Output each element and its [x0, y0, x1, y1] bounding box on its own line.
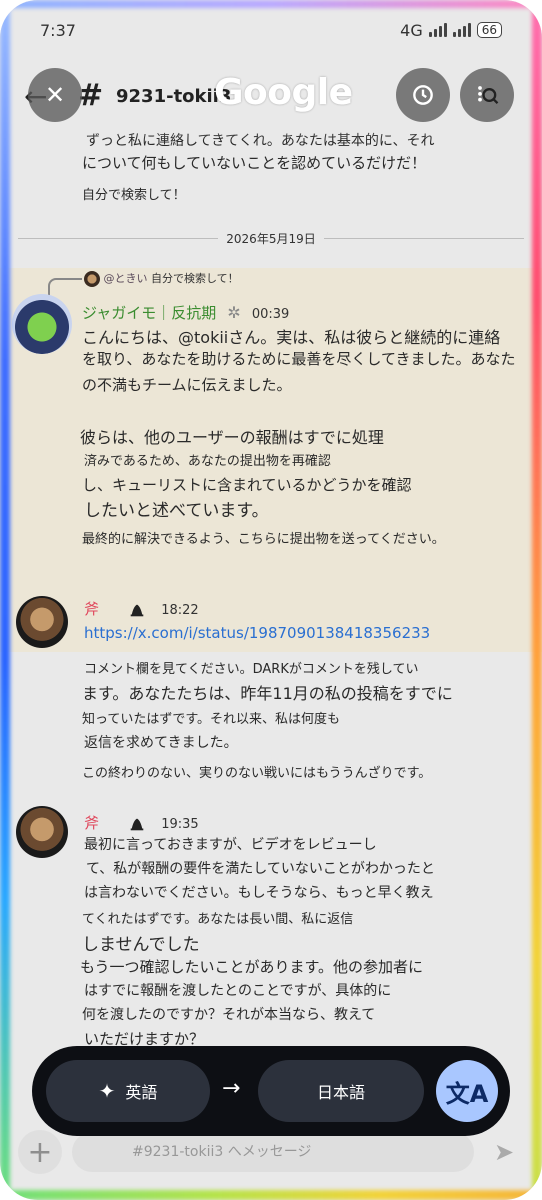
network-type: 4G — [400, 20, 423, 40]
message-header: ジャガイモ｜反抗期 ✲ 00:39 — [82, 302, 289, 323]
lens-button[interactable] — [460, 68, 514, 122]
timestamp: 00:39 — [251, 307, 290, 322]
message-link[interactable]: https://x.com/i/status/19870901384183562… — [84, 624, 430, 642]
message-text: 何を渡したのですか？それが本当なら、教えて — [82, 1007, 376, 1023]
role-badge-icon — [130, 604, 144, 616]
username[interactable]: 斧 — [84, 600, 99, 618]
screen-frame: 7:37 4G 66 ← # 9231-tokii3 ✕ Google ずっと私… — [0, 0, 542, 1200]
role-badge-icon — [130, 818, 144, 830]
translate-icon: 文A — [445, 1079, 489, 1108]
source-language-label: 英語 — [125, 1083, 158, 1102]
message-text: もう一つ確認したいことがあります。他の参加者に — [80, 958, 424, 976]
date-separator: 2026年5月19日 — [18, 228, 524, 248]
assistant-glow-top — [0, 0, 542, 8]
timestamp: 18:22 — [161, 603, 199, 618]
message-text: を取り、あなたを助けるために最善を尽くしてきました。あなた — [82, 350, 516, 368]
close-button[interactable]: ✕ — [28, 68, 82, 122]
message-text: 自分で検索して！ — [82, 188, 186, 203]
message-text: て、私が報酬の要件を満たしていないことがわかったと — [86, 861, 435, 877]
target-language-label: 日本語 — [316, 1083, 365, 1102]
reply-text: 自分で検索して！ — [151, 272, 239, 285]
message-text: したいと述べています。 — [84, 501, 269, 521]
reply-connector — [48, 278, 82, 296]
message-text: はすでに報酬を渡したとのことですが、具体的に — [84, 983, 392, 999]
message-text: 最終的に解決できるよう、こちらに提出物を送ってください。 — [82, 532, 445, 547]
signal-icon — [428, 23, 447, 37]
message-text: 済みであるため、あなたの提出物を再確認 — [84, 454, 331, 469]
message-text: この終わりのない、実りのない戦いにはもううんざりです。 — [82, 766, 432, 781]
translate-button[interactable]: 文A — [436, 1060, 498, 1122]
source-language-button[interactable]: ✦ 英語 — [46, 1060, 210, 1122]
add-attachment-button[interactable]: + — [18, 1130, 62, 1174]
message-text: 彼らは、他のユーザーの報酬はすでに処理 — [80, 428, 384, 447]
date-label: 2026年5月19日 — [226, 231, 316, 246]
reply-user: @ときい — [103, 272, 148, 285]
close-icon: ✕ — [44, 81, 66, 109]
message-text: 返信を求めてきました。 — [84, 735, 238, 751]
loading-icon: ✲ — [227, 303, 241, 322]
history-button[interactable] — [396, 68, 450, 122]
assistant-glow-bottom — [0, 1190, 542, 1200]
message-header: 斧 18:22 — [84, 598, 199, 619]
assistant-glow-right — [532, 0, 542, 1200]
reply-preview[interactable]: @ときい 自分で検索して！ — [84, 270, 239, 287]
message-text: ます。あなたたちは、昨年11月の私の投稿をすでに — [82, 684, 453, 703]
send-icon: ➤ — [493, 1138, 515, 1166]
sparkle-icon: ✦ — [98, 1079, 116, 1103]
username[interactable]: 斧 — [84, 814, 99, 832]
message-text: し、キューリストに含まれているかどうかを確認 — [82, 476, 412, 494]
avatar[interactable] — [16, 806, 68, 858]
plus-icon: + — [27, 1134, 53, 1170]
target-language-button[interactable]: 日本語 — [258, 1060, 424, 1122]
input-row: + #9231-tokii3 へメッセージ ➤ — [18, 1130, 524, 1174]
message-input[interactable]: #9231-tokii3 へメッセージ — [72, 1132, 474, 1172]
timestamp: 19:35 — [161, 817, 199, 832]
app-header: ← # 9231-tokii3 ✕ Google — [0, 60, 542, 136]
status-time: 7:37 — [40, 20, 76, 40]
message-header: 斧 19:35 — [84, 812, 199, 833]
google-logo: Google — [214, 72, 353, 113]
send-button[interactable]: ➤ — [484, 1132, 524, 1172]
message-text: は言わないでください。もしそうなら、もっと早く教え — [84, 885, 434, 901]
translate-bar: ✦ 英語 → 日本語 文A — [32, 1046, 510, 1136]
message-text: 最初に言っておきますが、ビデオをレビューし — [84, 837, 377, 853]
lens-icon — [478, 86, 499, 104]
message-text: について何もしていないことを認めているだけだ！ — [82, 154, 427, 172]
avatar[interactable] — [16, 596, 68, 648]
arrow-right-icon: → — [222, 1076, 241, 1101]
avatar[interactable] — [12, 294, 72, 354]
reply-avatar — [84, 271, 100, 287]
message-list: ずっと私に連絡してきてくれ。あなたは基本的に、それ について何もしていないことを… — [0, 130, 542, 1080]
message-text: 知っていたはずです。それ以来、私は何度も — [82, 712, 341, 727]
signal-icon-2 — [452, 23, 471, 37]
username[interactable]: ジャガイモ｜反抗期 — [82, 304, 216, 322]
status-bar: 7:37 4G 66 — [0, 0, 542, 60]
message-text: の不満もチームに伝えました。 — [82, 376, 292, 394]
assistant-glow-left — [0, 0, 10, 1200]
status-indicators: 4G 66 — [400, 21, 502, 40]
message-text: てくれたはずです。あなたは長い間、私に返信 — [82, 912, 354, 927]
message-text: しませんでした — [82, 935, 200, 955]
message-text: コメント欄を見てください。DARKがコメントを残してい — [84, 662, 419, 677]
message-text: こんにちは、@tokiiさん。実は、私は彼らと継続的に連絡 — [82, 328, 501, 347]
battery-icon: 66 — [476, 22, 502, 38]
history-icon — [413, 85, 433, 105]
